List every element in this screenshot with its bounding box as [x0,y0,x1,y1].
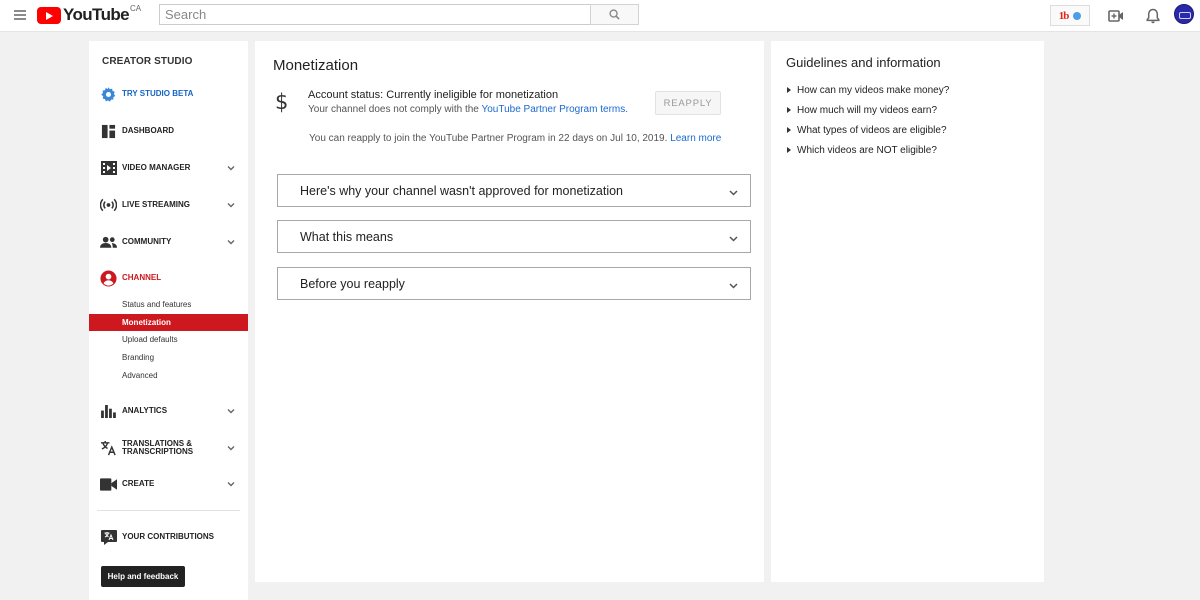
guideline-label: Which videos are NOT eligible? [797,144,937,156]
sidebar-item-translations[interactable]: TRANSLATIONS & TRANSCRIPTIONS [89,436,248,460]
sidebar-item-label: DASHBOARD [122,126,174,135]
country-code: CA [130,4,142,13]
sidebar-title: CREATOR STUDIO [102,56,193,67]
search-bar [159,4,639,25]
sidebar-item-live-streaming[interactable]: LIVE STREAMING [89,193,248,217]
guideline-item[interactable]: What types of videos are eligible? [786,123,947,137]
studio-badge-button[interactable]: 1b [1050,5,1090,26]
dollar-icon: $ [275,90,289,114]
reapply-note: You can reapply to join the YouTube Part… [309,133,721,144]
sidebar-item-dashboard[interactable]: DASHBOARD [89,119,248,143]
guideline-item[interactable]: How can my videos make money? [786,83,949,97]
guideline-item[interactable]: How much will my videos earn? [786,103,937,117]
triangle-right-icon [787,107,791,113]
chevron-down-icon [227,203,235,208]
dashboard-icon [100,123,117,140]
reapply-note-text: You can reapply to join the YouTube Part… [309,133,668,144]
guideline-label: What types of videos are eligible? [797,124,947,136]
studio-logo-icon: 1b [1058,9,1070,22]
sidebar-item-video-manager[interactable]: VIDEO MANAGER [89,156,248,180]
analytics-icon [100,403,117,420]
accordion-what-this-means[interactable]: What this means [277,220,751,253]
notification-dot [1073,11,1082,20]
chevron-down-icon [729,283,738,289]
search-icon [609,9,620,20]
page-title: Monetization [273,57,359,74]
monetization-panel: Monetization $ Account status: Currently… [255,41,764,582]
sidebar-item-label: TRY STUDIO BETA [122,89,194,98]
chevron-down-icon [227,166,235,171]
triangle-right-icon [787,127,791,133]
guideline-item[interactable]: Which videos are NOT eligible? [786,143,937,157]
chevron-down-icon [729,236,738,242]
sidebar-item-channel[interactable]: CHANNEL [89,266,248,290]
live-streaming-icon [100,197,117,214]
sidebar-item-community[interactable]: COMMUNITY [89,230,248,254]
search-button[interactable] [590,4,639,25]
sidebar-item-analytics[interactable]: ANALYTICS [89,399,248,423]
sidebar-item-label: ANALYTICS [122,406,168,415]
sidebar-item-label: CHANNEL [122,273,162,282]
reapply-button[interactable]: REAPPLY [655,91,721,115]
sidebar-item-label: CREATE [122,479,155,488]
sidebar-sub-upload-defaults[interactable]: Upload defaults [89,331,248,348]
guidelines-title: Guidelines and information [786,55,941,70]
triangle-right-icon [787,147,791,153]
translate-icon [100,440,117,457]
sidebar-item-try-studio-beta[interactable]: TRY STUDIO BETA [89,82,248,106]
create-icon [100,476,117,493]
top-bar: YouTube CA 1b [0,0,1200,32]
search-input[interactable] [159,4,590,25]
status-description-text: Your channel does not comply with the [308,104,482,115]
accordion-before-you-reapply[interactable]: Before you reapply [277,267,751,300]
learn-more-link[interactable]: Learn more [670,133,721,144]
chevron-down-icon [227,240,235,245]
creator-studio-sidebar: CREATOR STUDIO TRY STUDIO BETA DASHBOARD… [89,41,248,600]
accordion-label: What this means [300,230,394,244]
avatar[interactable] [1174,4,1194,24]
upload-video-icon[interactable] [1106,6,1126,26]
sidebar-divider [97,510,240,511]
channel-icon [100,269,117,287]
chevron-down-icon [729,190,738,196]
chevron-down-icon [227,482,235,487]
sidebar-item-your-contributions[interactable]: YOUR CONTRIBUTIONS [89,525,248,549]
chevron-down-icon [227,409,235,414]
sidebar-item-create[interactable]: CREATE [89,472,248,496]
status-description: Your channel does not comply with the Yo… [308,104,628,115]
menu-icon[interactable] [14,10,26,20]
guidelines-panel: Guidelines and information How can my vi… [771,41,1044,582]
logo-text: YouTube [63,5,130,24]
accordion-label: Before you reapply [300,277,405,291]
chevron-down-icon [227,446,235,451]
account-status: Account status: Currently ineligible for… [308,89,559,101]
sidebar-sub-advanced[interactable]: Advanced [89,367,248,384]
help-and-feedback-button[interactable]: Help and feedback [101,566,185,587]
sidebar-item-label: TRANSLATIONS & TRANSCRIPTIONS [122,439,194,456]
sidebar-item-label: COMMUNITY [122,237,172,246]
accordion-label: Here's why your channel wasn't approved … [300,184,623,198]
partner-program-terms-link[interactable]: YouTube Partner Program terms. [481,104,628,115]
gear-icon [100,86,117,103]
sidebar-sub-monetization[interactable]: Monetization [89,314,248,331]
sidebar-sub-branding[interactable]: Branding [89,349,248,366]
youtube-play-icon [37,7,61,24]
guideline-label: How can my videos make money? [797,84,950,96]
sidebar-item-label: YOUR CONTRIBUTIONS [122,532,214,541]
youtube-logo[interactable]: YouTube CA [37,4,142,26]
video-manager-icon [100,160,117,177]
contributions-icon [100,529,117,546]
guideline-label: How much will my videos earn? [797,104,938,116]
sidebar-item-label: LIVE STREAMING [122,200,191,209]
sidebar-sub-status-and-features[interactable]: Status and features [89,296,248,313]
triangle-right-icon [787,87,791,93]
sidebar-item-label: VIDEO MANAGER [122,163,191,172]
community-icon [100,234,117,251]
notifications-bell-icon[interactable] [1143,6,1163,26]
accordion-why-not-approved[interactable]: Here's why your channel wasn't approved … [277,174,751,207]
